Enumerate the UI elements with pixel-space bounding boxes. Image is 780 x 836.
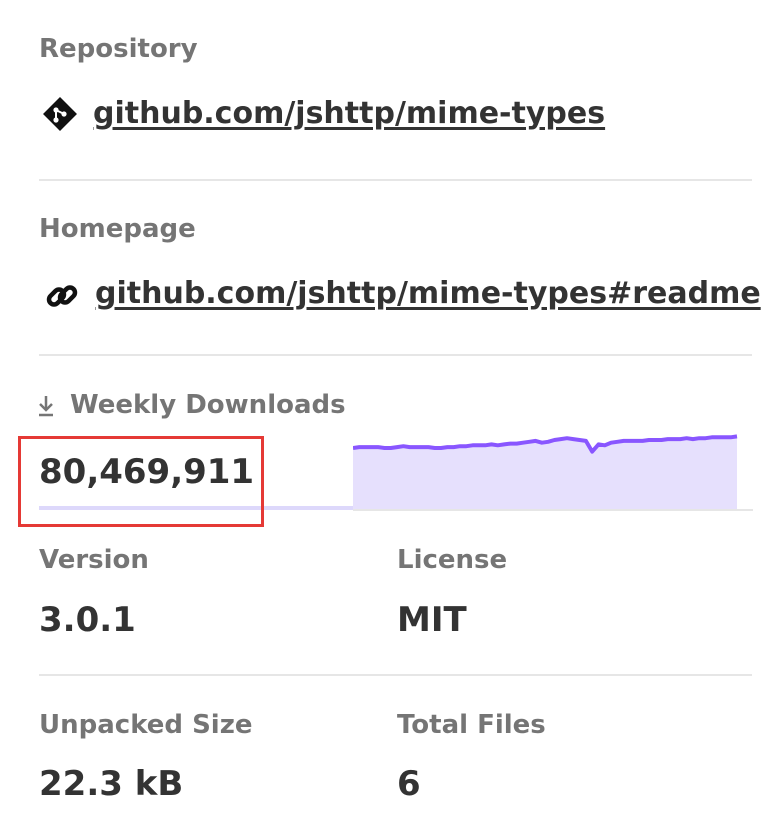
divider — [39, 354, 752, 356]
license-value: MIT — [397, 600, 467, 640]
unpacked-size-label: Unpacked Size — [39, 710, 253, 740]
divider — [39, 674, 752, 676]
weekly-downloads-label: Weekly Downloads — [70, 390, 346, 420]
homepage-label: Homepage — [39, 214, 196, 244]
total-files-value: 6 — [397, 764, 421, 804]
highlight-box — [18, 436, 264, 527]
download-icon — [36, 392, 56, 420]
version-label: Version — [39, 545, 149, 575]
repository-label: Repository — [39, 34, 198, 64]
homepage-link[interactable]: github.com/jshttp/mime-types#readme — [95, 276, 761, 311]
downloads-sparkline — [353, 434, 753, 511]
unpacked-size-value: 22.3 kB — [39, 764, 184, 804]
repository-link[interactable]: github.com/jshttp/mime-types — [93, 96, 605, 131]
version-value: 3.0.1 — [39, 600, 136, 640]
git-icon — [42, 96, 78, 132]
total-files-label: Total Files — [397, 710, 546, 740]
license-label: License — [397, 545, 508, 575]
divider — [39, 179, 752, 181]
link-icon — [44, 278, 80, 314]
